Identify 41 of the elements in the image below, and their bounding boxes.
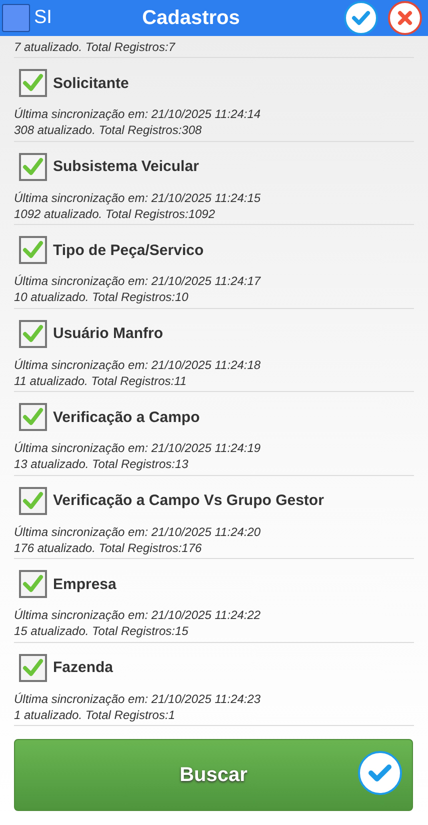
close-icon [397,10,413,26]
sync-text: Última sincronização em: 21/10/2025 11:24:20 [14,524,262,540]
sync-text: Última sincronização em: 21/10/2025 11:24:17 [14,273,262,289]
status-text: 1092 atualizado. Total Registros:1092 [14,206,216,222]
search-button[interactable]: Buscar [14,739,413,811]
item-title: Solicitante [53,74,129,92]
item-title: Verificação a Campo Vs Grupo Gestor [53,492,324,509]
app-label: SI [34,7,52,29]
checkbox[interactable] [19,570,47,598]
status-text: 176 atualizado. Total Registros:176 [14,540,203,556]
item-title: Subsistema Veicular [53,158,199,175]
item-title: Empresa [53,576,116,592]
checkbox[interactable] [19,654,47,682]
checkbox[interactable] [19,69,47,97]
sync-text: Última sincronização em: 21/10/2025 11:24:19 [14,440,262,456]
status-text: 15 atualizado. Total Registros:15 [14,623,190,639]
item-title: Usuário Manfro [53,325,164,342]
checkbox[interactable] [19,236,47,264]
sync-text: Última sincronização em: 21/10/2025 11:24:22 [14,607,262,623]
checkbox[interactable] [19,152,47,180]
status-text: 308 atualizado. Total Registros:308 [14,122,203,138]
check-icon [351,10,371,26]
sync-text: Última sincronização em: 21/10/2025 11:24:15 [14,190,262,206]
sync-text: Última sincronização em: 21/10/2025 11:24:14 [14,106,262,122]
sync-text: Última sincronização em: 21/10/2025 11:24:23 [14,690,262,706]
checkbox[interactable] [19,403,47,431]
status-text: 1 atualizado. Total Registros:1 [14,706,176,722]
item-title: Tipo de Peça/Servico [53,242,204,258]
status-text: 7 atualizado. Total Registros:7 [14,40,414,58]
status-text: 11 atualizado. Total Registros:11 [14,372,188,388]
sync-text: Última sincronização em: 21/10/2025 11:24:18 [14,356,262,372]
item-title: Verificação a Campo [53,408,200,426]
status-text: 10 atualizado. Total Registros:10 [14,289,190,305]
close-button[interactable] [388,1,422,35]
square-icon [2,4,30,32]
checkbox[interactable] [19,486,47,514]
screen-title: Cadastros [141,6,241,30]
confirm-button[interactable] [344,1,378,35]
status-text: 13 atualizado. Total Registros:13 [14,456,190,472]
checkbox[interactable] [19,320,47,348]
item-title: Fazenda [53,659,114,676]
